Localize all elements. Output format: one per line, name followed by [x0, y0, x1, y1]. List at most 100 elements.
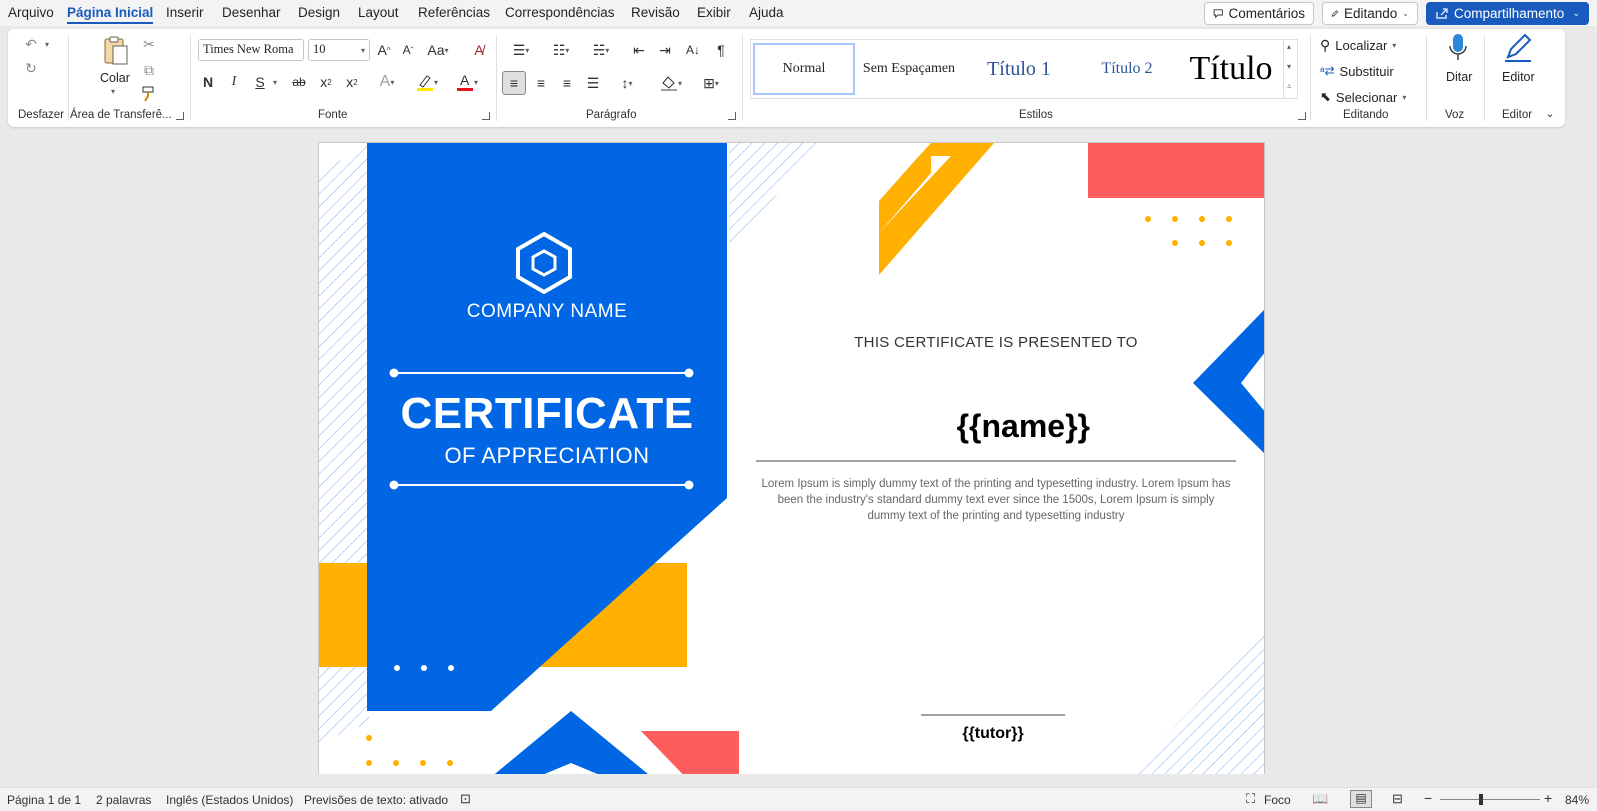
chevron-down-icon: ⌄ — [1402, 9, 1409, 18]
justify-icon[interactable]: ☰ — [582, 71, 604, 95]
document-area[interactable]: COMPANY NAME CERTIFICATE OF APPRECIATION… — [0, 130, 1597, 774]
style-normal[interactable]: Normal — [753, 43, 855, 95]
dialog-launcher-icon[interactable] — [176, 112, 184, 120]
tab-arquivo[interactable]: Arquivo — [8, 5, 54, 20]
line-spacing-icon[interactable]: ↕ ▾ — [610, 71, 644, 95]
increase-indent-icon[interactable]: ⇥ — [654, 39, 676, 61]
comment-icon — [1213, 9, 1223, 19]
page-count[interactable]: Página 1 de 1 — [7, 793, 81, 807]
decrease-indent-icon[interactable]: ⇤ — [628, 39, 650, 61]
zoom-in-icon[interactable]: + — [1544, 790, 1552, 806]
text-predictions-status[interactable]: Previsões de texto: ativado — [304, 793, 448, 807]
underline-button[interactable]: S — [250, 71, 270, 93]
style-no-spacing[interactable]: Sem Espaçamen — [859, 43, 959, 95]
read-mode-icon[interactable]: 📖 — [1312, 791, 1328, 807]
undo-icon[interactable]: ↶ — [22, 35, 40, 53]
change-case-icon[interactable]: Aa ▾ — [422, 39, 454, 61]
styles-scroll[interactable]: ▴ ▾ ⩡ — [1283, 40, 1297, 98]
zoom-out-icon[interactable]: − — [1424, 790, 1432, 806]
zoom-slider[interactable] — [1440, 794, 1540, 805]
group-label-paragraph: Parágrafo — [586, 109, 637, 121]
align-center-icon[interactable]: ≡ — [530, 71, 552, 95]
dialog-launcher-icon[interactable] — [482, 112, 490, 120]
comments-button[interactable]: Comentários — [1204, 2, 1314, 25]
select-button[interactable]: ⬉ Selecionar ▾ — [1320, 87, 1420, 107]
redo-icon[interactable]: ↻ — [22, 59, 40, 77]
format-painter-icon[interactable] — [140, 85, 158, 103]
certificate-body-text[interactable]: Lorem Ipsum is simply dummy text of the … — [761, 476, 1231, 524]
copy-icon[interactable]: ⧉ — [140, 61, 158, 79]
recipient-name-placeholder[interactable]: {{name}} — [756, 408, 1140, 445]
tab-design[interactable]: Design — [298, 5, 340, 20]
tutor-placeholder[interactable]: {{tutor}} — [921, 725, 1065, 743]
divider — [190, 35, 191, 121]
tab-inserir[interactable]: Inserir — [166, 5, 204, 20]
bullets-icon[interactable]: ☰ ▾ — [504, 39, 538, 61]
chevron-up-icon[interactable]: ▴ — [1287, 42, 1291, 51]
strikethrough-icon[interactable]: ab — [288, 71, 310, 93]
font-color-icon[interactable]: A ▾ — [450, 71, 484, 93]
find-button[interactable]: ⚲ Localizar ▾ — [1320, 35, 1420, 55]
shrink-font-icon[interactable]: Aˇ — [398, 39, 418, 61]
zoom-slider-thumb[interactable] — [1479, 794, 1483, 805]
sort-icon[interactable]: A↓ — [682, 39, 704, 61]
group-label-font: Fonte — [318, 109, 348, 121]
tab-exibir[interactable]: Exibir — [697, 5, 731, 20]
language-status[interactable]: Inglês (Estados Unidos) — [166, 793, 293, 807]
chevron-down-icon: ▾ — [360, 46, 365, 55]
multilevel-list-icon[interactable]: ☵ ▾ — [584, 39, 618, 61]
cut-icon[interactable]: ✂ — [140, 35, 158, 53]
chevron-down-icon[interactable]: ▾ — [1287, 62, 1291, 71]
tab-revisao[interactable]: Revisão — [631, 5, 680, 20]
more-styles-icon[interactable]: ⩡ — [1287, 82, 1292, 92]
word-count[interactable]: 2 palavras — [96, 793, 151, 807]
certificate-page[interactable]: COMPANY NAME CERTIFICATE OF APPRECIATION… — [318, 142, 1265, 774]
tab-ajuda[interactable]: Ajuda — [749, 5, 784, 20]
chevron-down-icon[interactable]: ▾ — [42, 37, 52, 51]
editing-mode-button[interactable]: Editando ⌄ — [1322, 2, 1418, 25]
focus-icon[interactable]: ⛶ — [1246, 791, 1255, 807]
font-name-select[interactable]: Times New Roma — [198, 39, 304, 61]
chevron-down-icon[interactable]: ▾ — [270, 71, 280, 93]
superscript-icon[interactable]: x2 — [342, 71, 362, 93]
show-formatting-icon[interactable]: ¶ — [710, 39, 732, 61]
tab-referencias[interactable]: Referências — [418, 5, 490, 20]
print-layout-icon[interactable]: ▤ — [1350, 790, 1372, 808]
paste-label: Colar — [100, 71, 130, 85]
style-heading-1[interactable]: Título 1 — [967, 43, 1071, 95]
replace-button[interactable]: ᵃ⇄ Substituir — [1320, 61, 1420, 81]
tab-desenhar[interactable]: Desenhar — [222, 5, 281, 20]
dialog-launcher-icon[interactable] — [728, 112, 736, 120]
numbering-icon[interactable]: ☷ ▾ — [544, 39, 578, 61]
stripe-pattern — [1127, 635, 1264, 774]
paste-button[interactable]: Colar ▾ — [94, 35, 138, 99]
web-layout-icon[interactable]: ⊟ — [1392, 791, 1403, 807]
style-title[interactable]: Título — [1181, 43, 1281, 95]
focus-label[interactable]: Foco — [1264, 793, 1291, 807]
subscript-icon[interactable]: x2 — [316, 71, 336, 93]
grow-font-icon[interactable]: A ^ — [374, 39, 394, 61]
pencil-icon — [1331, 10, 1339, 17]
style-heading-2[interactable]: Título 2 — [1075, 43, 1179, 95]
share-button[interactable]: Compartilhamento ⌄ — [1426, 2, 1589, 25]
dictate-button[interactable]: Ditar — [1438, 33, 1478, 93]
dialog-launcher-icon[interactable] — [1298, 112, 1306, 120]
italic-button[interactable]: I — [224, 71, 244, 93]
borders-icon[interactable]: ⊞ ▾ — [694, 71, 728, 95]
text-effects-icon[interactable]: A ▾ — [370, 71, 404, 93]
accessibility-icon[interactable]: ⊡ — [460, 791, 471, 807]
align-right-icon[interactable]: ≡ — [556, 71, 578, 95]
collapse-ribbon-icon[interactable]: ⌄ — [1542, 105, 1558, 121]
clear-formatting-icon[interactable]: A̸ — [468, 39, 490, 61]
share-icon — [1436, 8, 1448, 19]
tab-correspondencias[interactable]: Correspondências — [505, 5, 615, 20]
shading-icon[interactable]: ▾ — [654, 71, 688, 95]
font-size-select[interactable]: 10 ▾ — [308, 39, 370, 61]
align-left-icon[interactable]: ≡ — [502, 71, 526, 95]
tab-pagina-inicial[interactable]: Página Inicial — [67, 5, 154, 24]
tab-layout[interactable]: Layout — [358, 5, 399, 20]
editor-button[interactable]: Editor — [1496, 33, 1540, 93]
zoom-level[interactable]: 84% — [1565, 793, 1589, 807]
bold-button[interactable]: N — [198, 71, 218, 93]
highlight-icon[interactable]: ▾ — [410, 71, 444, 93]
